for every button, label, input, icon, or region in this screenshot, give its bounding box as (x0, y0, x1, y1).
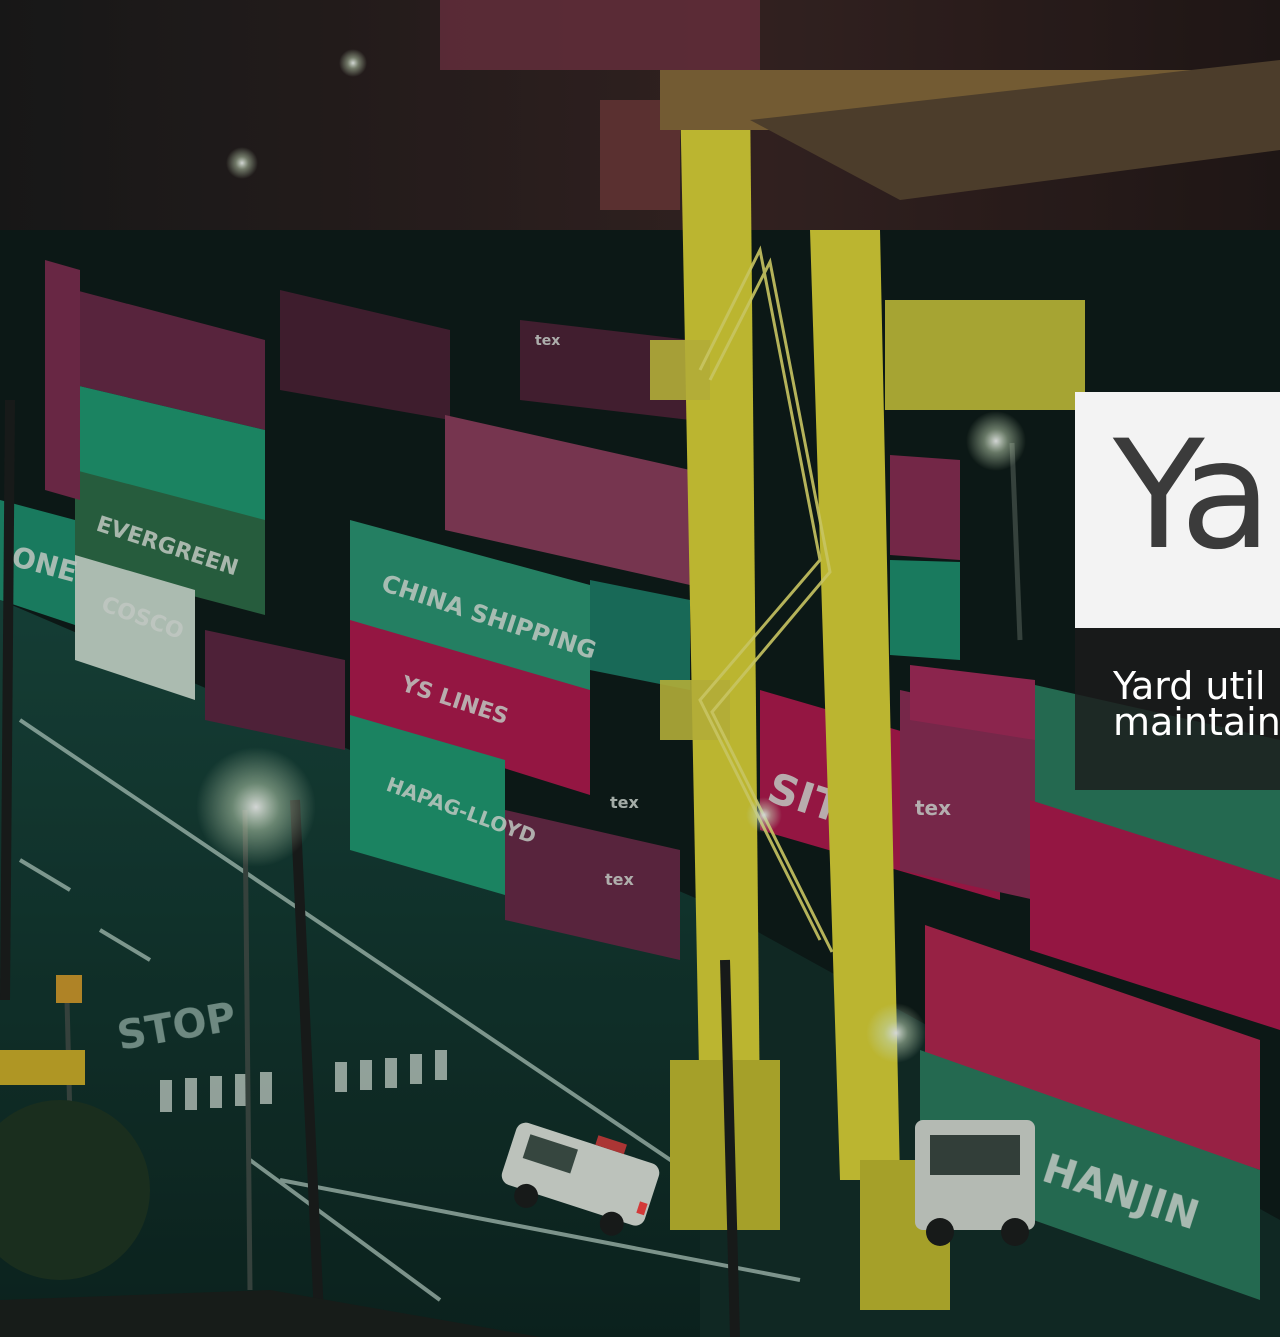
title-box: Yar (1075, 392, 1280, 628)
subtitle-line-1: Yard util (1113, 664, 1266, 708)
hero-banner: EVERGREEN COSCO CHINA SHIPPING YS LINES … (0, 0, 1280, 1337)
subtitle-box: Yard util maintain (1075, 628, 1280, 790)
hero-title: Yar (1113, 409, 1280, 583)
hero-subtitle: Yard util maintain (1113, 664, 1280, 744)
subtitle-line-2: maintain (1113, 700, 1280, 744)
